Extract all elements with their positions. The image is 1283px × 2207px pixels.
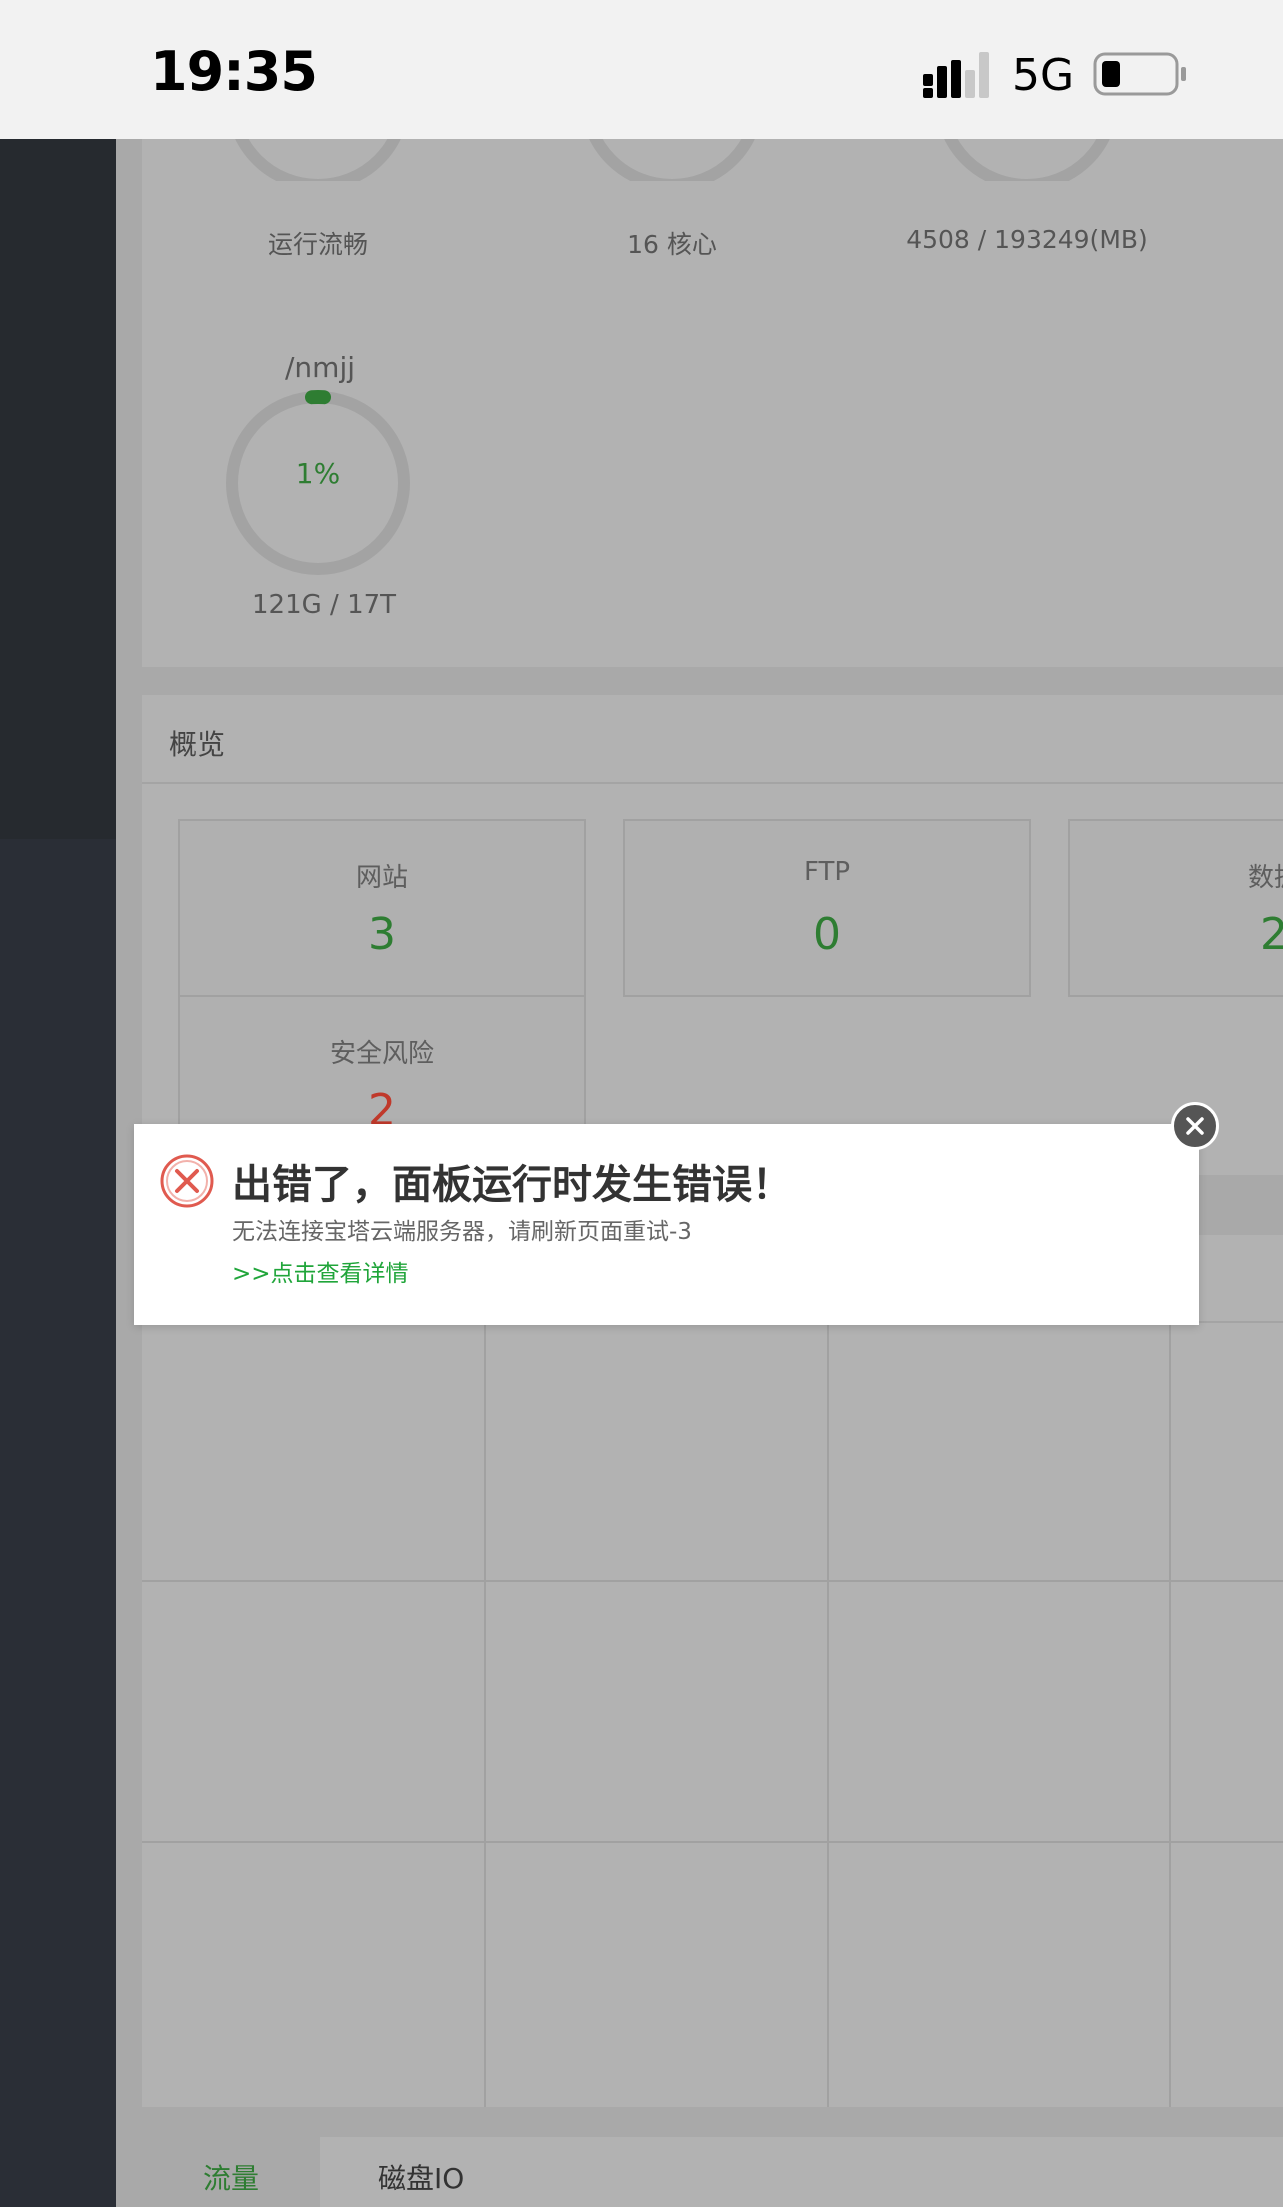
memory-caption: 4508 / 193249(MB): [906, 225, 1148, 254]
status-panel: 运行流畅 16 核心 4508 / 193249(MB) /nmjj 1% 12…: [142, 99, 1283, 667]
disk-usage: 121G / 17T: [252, 590, 397, 620]
overview-panel: 概览 网站 3 FTP 0 数据 2 安全风险 2: [142, 695, 1283, 1175]
card-websites[interactable]: 网站 3: [178, 819, 586, 997]
card-label: FTP: [803, 857, 851, 887]
sidebar-lower: [0, 839, 116, 2207]
load-caption: 运行流畅: [267, 230, 368, 259]
network-type: 5G: [1012, 50, 1075, 101]
status-time: 19:35: [150, 40, 318, 103]
tab-disk-io[interactable]: 磁盘IO: [378, 2137, 464, 2207]
status-bar: 19:35 5G: [0, 0, 1283, 139]
overview-title: 概览: [169, 728, 226, 761]
card-value[interactable]: 0: [625, 909, 1029, 960]
card-ftp[interactable]: FTP 0: [623, 819, 1031, 997]
grid-divider: [827, 1323, 829, 2107]
signal-bars-icon: [923, 52, 989, 98]
card-value[interactable]: 3: [180, 909, 584, 960]
grid-divider: [142, 1841, 1283, 1843]
error-title: 出错了，面板运行时发生错误！: [232, 1162, 792, 1208]
view-details-link[interactable]: >>点击查看详情: [232, 1254, 409, 1288]
software-grid: [142, 1235, 1283, 2107]
disk-name: /nmjj: [285, 351, 356, 384]
card-label: 安全风险: [329, 1039, 434, 1069]
grid-divider: [1169, 1323, 1171, 2107]
error-message: 无法连接宝塔云端服务器，请刷新页面重试-3: [232, 1219, 692, 1245]
battery-icon: [1093, 52, 1186, 96]
cpu-caption: 16 核心: [627, 230, 717, 259]
card-value[interactable]: 2: [1070, 909, 1283, 960]
card-label: 网站: [355, 863, 408, 893]
overview-header: 概览: [142, 695, 1283, 784]
card-databases[interactable]: 数据 2: [1068, 819, 1283, 997]
grid-divider: [484, 1323, 486, 2107]
error-dialog: 出错了，面板运行时发生错误！ 无法连接宝塔云端服务器，请刷新页面重试-3 >>点…: [134, 1124, 1199, 1325]
disk-percent: 1%: [295, 457, 341, 490]
chart-tabs: 流量 磁盘IO: [142, 2137, 1283, 2207]
sidebar: [0, 139, 116, 839]
tab-traffic[interactable]: 流量: [142, 2137, 320, 2207]
grid-divider: [142, 1580, 1283, 1582]
card-label: 数据: [1247, 863, 1283, 893]
close-icon[interactable]: [1171, 1102, 1219, 1150]
error-icon: [160, 1154, 214, 1208]
